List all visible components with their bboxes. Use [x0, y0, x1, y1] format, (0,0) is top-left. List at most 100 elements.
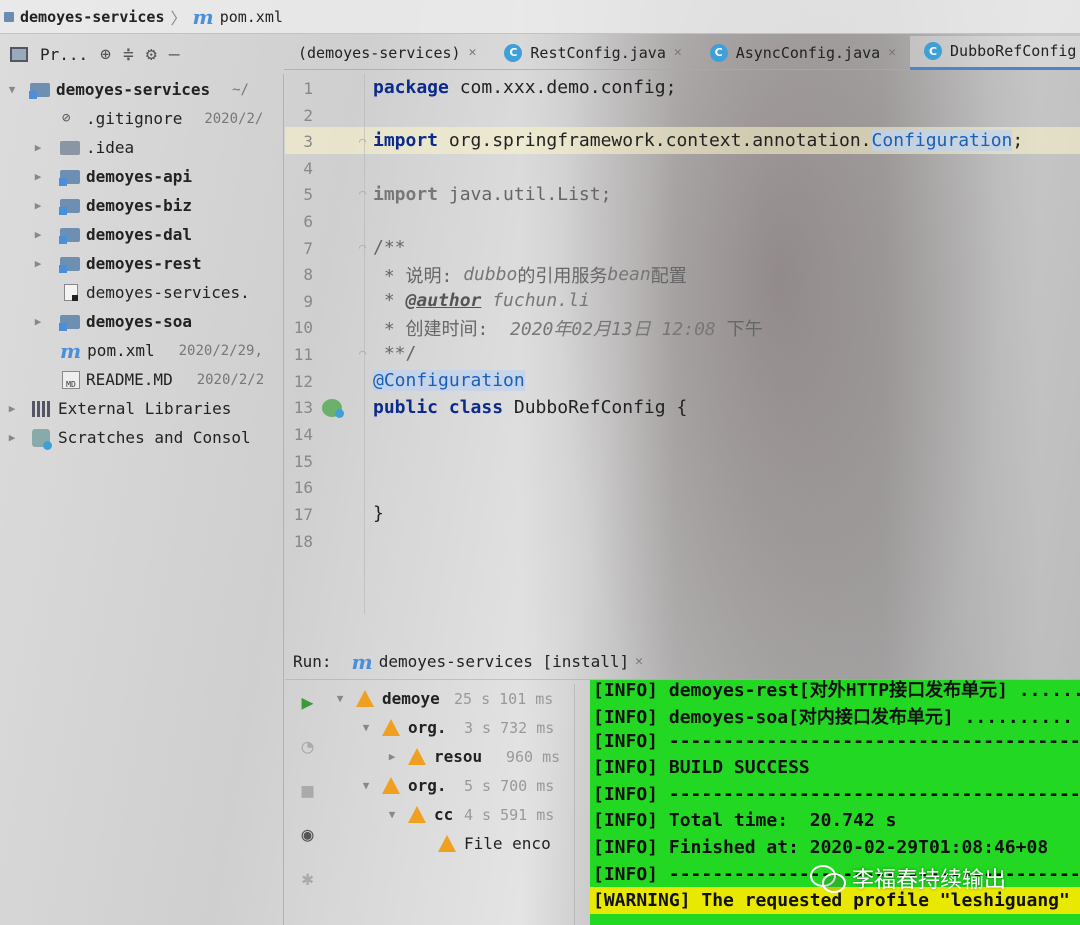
class-icon: C [504, 43, 523, 62]
code-text: DubboRefConfig { [503, 397, 688, 418]
comment: * 创建时间: [373, 318, 500, 340]
console-line: [INFO] BUILD SUCCESS [593, 757, 810, 778]
project-view-selector[interactable]: Pr... [40, 45, 88, 64]
chevron-right-icon[interactable]: ▶ [30, 228, 46, 241]
run-tree-label: resou [434, 747, 483, 766]
rerun-icon[interactable]: ▶ [285, 680, 330, 724]
locate-icon[interactable]: ⊕ [100, 44, 111, 65]
keyword: import [373, 130, 439, 151]
tree-item-external-libraries[interactable]: ▶ External Libraries [4, 394, 232, 423]
library-icon [32, 400, 50, 417]
chevron-right-icon[interactable]: ▶ [30, 141, 46, 154]
tree-item-demoyes-api[interactable]: ▶ demoyes-api [30, 162, 192, 191]
line-number: 1 [303, 79, 313, 98]
tree-item-label: External Libraries [58, 399, 232, 418]
tree-item-pom[interactable]: m pom.xml 2020/2/29, [60, 336, 263, 365]
code-line-10: * 创建时间: 2020年02月13日 12:08 下午 [373, 314, 763, 341]
run-tab[interactable]: m demoyes-services [install] ✕ [352, 650, 643, 674]
run-tree-row[interactable]: ▼ org. 3 s 732 ms [358, 713, 555, 742]
run-tree-row[interactable]: ▼ org. 5 s 700 ms [358, 771, 555, 800]
chevron-right-icon[interactable]: ▶ [4, 431, 20, 444]
module-folder-icon [59, 256, 80, 273]
tab-label: RestConfig.java [530, 43, 666, 62]
tab-dubborefconfig[interactable]: C DubboRefConfig [910, 35, 1080, 70]
comment: * [373, 290, 406, 311]
line-number: 15 [293, 452, 313, 471]
comment: bean [607, 264, 651, 285]
run-tree: ▼ demoye 25 s 101 ms ▼ org. 3 s 732 ms ▶… [330, 684, 575, 925]
tree-item-root[interactable]: ▼ demoyes-services ~/ [4, 75, 249, 104]
tab-label: DubboRefConfig [950, 42, 1077, 60]
run-tree-label: org. [408, 718, 447, 737]
code-line-8: * 说明: dubbo 的引用服务 bean 配置 [373, 261, 687, 288]
tree-item-iml-file[interactable]: demoyes-services. [64, 278, 250, 307]
chevron-down-icon[interactable]: ▼ [384, 808, 400, 821]
maven-icon: m [192, 4, 214, 29]
toggle-offline-icon[interactable]: ◔ [285, 724, 330, 768]
tree-item-demoyes-soa[interactable]: ▶ demoyes-soa [30, 307, 192, 336]
tree-item-demoyes-biz[interactable]: ▶ demoyes-biz [30, 191, 192, 220]
tab-asyncconfig[interactable]: C AsyncConfig.java ✕ [696, 36, 910, 70]
javadoc-tag: @author [405, 290, 482, 311]
file-icon [64, 284, 78, 301]
code-line-17: } [373, 500, 384, 527]
chevron-right-icon[interactable]: ▶ [384, 750, 400, 763]
tree-item-demoyes-dal[interactable]: ▶ demoyes-dal [30, 220, 192, 249]
breadcrumb: demoyes-services 〉 m pom.xml [0, 0, 1080, 34]
stop-icon[interactable]: ■ [285, 768, 330, 812]
console-line: [INFO] Total time: 20.742 s [593, 810, 897, 831]
chevron-down-icon[interactable]: ▼ [358, 721, 374, 734]
close-icon[interactable]: ✕ [469, 45, 477, 60]
class-reference[interactable]: Configuration [871, 130, 1013, 151]
tree-item-label: demoyes-services [56, 80, 211, 99]
chevron-right-icon[interactable]: ▶ [30, 257, 46, 270]
editor-tabs: (demoyes-services) ✕ C RestConfig.java ✕… [284, 35, 1080, 70]
chevron-down-icon[interactable]: ▼ [4, 83, 20, 96]
breadcrumb-separator: 〉 [170, 8, 187, 28]
watermark-text: 李福春持续输出 [852, 868, 1007, 893]
run-tree-row[interactable]: ▼ demoye 25 s 101 ms [332, 684, 554, 713]
tree-item-scratches[interactable]: ▶ Scratches and Consol [4, 423, 251, 452]
run-tree-row[interactable]: File enco [438, 829, 574, 858]
run-tree-time: 3 s 732 ms [464, 718, 555, 737]
close-icon[interactable]: ✕ [888, 45, 896, 60]
run-panel-header: Run: m demoyes-services [install] ✕ [285, 644, 1080, 680]
line-number: 7 [303, 239, 313, 258]
eye-icon[interactable]: ◉ [285, 812, 330, 856]
line-number: 16 [293, 478, 313, 497]
chevron-down-icon[interactable]: ▼ [332, 692, 348, 705]
tree-item-demoyes-rest[interactable]: ▶ demoyes-rest [30, 249, 202, 278]
chevron-right-icon[interactable]: ▶ [30, 199, 46, 212]
gear-icon[interactable]: ⚙ [146, 44, 157, 65]
code-editor[interactable]: package com.xxx.demo.config; import org.… [366, 74, 1080, 614]
line-number: 9 [303, 292, 313, 311]
tree-item-idea[interactable]: ▶ .idea [30, 133, 134, 162]
tab-restconfig[interactable]: C RestConfig.java ✕ [490, 36, 695, 70]
close-icon[interactable]: ✕ [674, 45, 682, 60]
tab-demoyes-services[interactable]: (demoyes-services) ✕ [284, 36, 490, 70]
chevron-right-icon[interactable]: ▶ [30, 170, 46, 183]
tree-item-readme[interactable]: MD README.MD 2020/2/2 [62, 365, 264, 394]
chevron-right-icon[interactable]: ▶ [4, 402, 20, 415]
breadcrumb-file[interactable]: pom.xml [220, 8, 283, 26]
comment: fuchun.li [481, 290, 590, 311]
breadcrumb-project[interactable]: demoyes-services [20, 8, 165, 26]
run-tree-time: 5 s 700 ms [464, 776, 555, 795]
run-tree-row[interactable]: ▼ cc 4 s 591 ms [384, 800, 555, 829]
tab-label: AsyncConfig.java [735, 43, 881, 62]
tree-item-gitignore[interactable]: ⊘ .gitignore 2020/2/ [62, 104, 263, 133]
console-line: [INFO] demoyes-soa[对内接口发布单元] .......... [593, 706, 1073, 728]
line-number: 8 [303, 265, 313, 284]
run-tree-row[interactable]: ▶ resou 960 ms [384, 742, 561, 771]
collapse-all-icon[interactable]: ≑ [123, 44, 134, 65]
close-icon[interactable]: ✕ [635, 654, 643, 669]
hide-icon[interactable]: — [169, 44, 180, 65]
skip-tests-icon[interactable]: ✱ [285, 856, 330, 900]
gitignore-icon: ⊘ [62, 109, 71, 126]
chevron-down-icon[interactable]: ▼ [358, 779, 374, 792]
spring-bean-icon[interactable] [322, 399, 344, 418]
line-number: 4 [303, 159, 313, 178]
line-number: 3 [303, 132, 313, 151]
module-folder-icon [29, 82, 50, 99]
chevron-right-icon[interactable]: ▶ [30, 315, 46, 328]
